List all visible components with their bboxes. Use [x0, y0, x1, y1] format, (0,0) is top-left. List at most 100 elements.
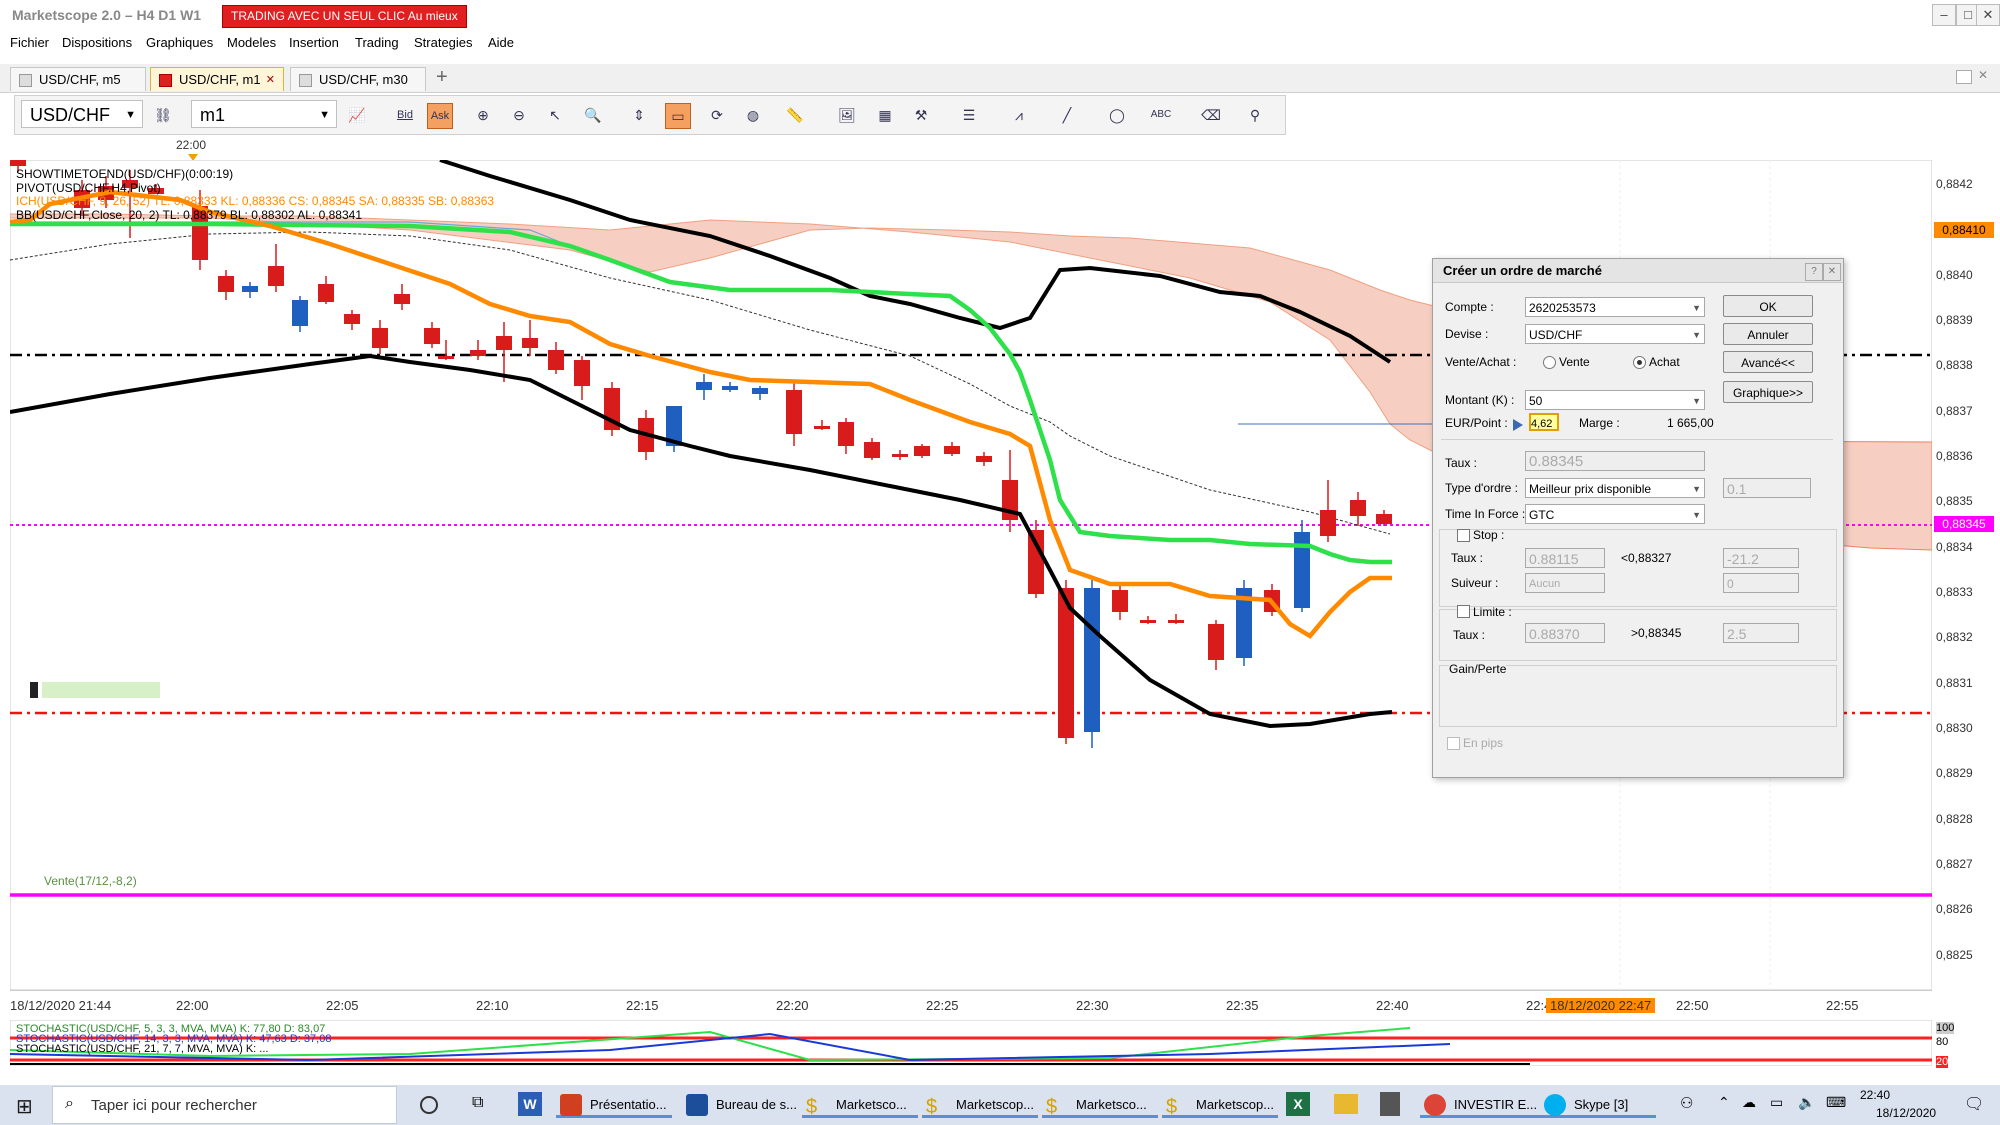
menu-trading[interactable]: Trading: [355, 35, 399, 50]
stochastic-label[interactable]: STOCHASTIC(USD/CHF, 21, 7, 7, MVA, MVA) …: [16, 1044, 331, 1055]
in-pips-label: En pips: [1463, 736, 1504, 750]
eraser-icon[interactable]: ⌫: [1199, 103, 1223, 127]
taskbar-app-marketscope-1[interactable]: $ Marketsco...: [802, 1092, 918, 1118]
onedrive-icon[interactable]: ☁: [1742, 1094, 1756, 1111]
close-tab-icon[interactable]: ✕: [266, 68, 275, 92]
cursor-icon[interactable]: ↖: [543, 103, 567, 127]
taskbar-app-marketscope-2[interactable]: $ Marketscop...: [922, 1092, 1038, 1118]
menu-fichier[interactable]: Fichier: [10, 35, 49, 50]
tab-usdchf-m5[interactable]: USD/CHF, m5: [10, 67, 146, 91]
image-icon[interactable]: 🖼: [835, 103, 859, 127]
notifications-icon[interactable]: 🗨: [1964, 1094, 1984, 1114]
separator: [1441, 439, 1833, 440]
time-label: 22:05: [326, 998, 359, 1013]
advanced-button[interactable]: Avancé<<: [1723, 351, 1813, 373]
magnifier-icon[interactable]: 🔍: [581, 103, 605, 127]
order-icon[interactable]: ▭: [665, 103, 691, 129]
globe-icon[interactable]: ◍: [741, 103, 765, 127]
tools-icon[interactable]: ⚒: [909, 103, 933, 127]
order-type-select[interactable]: Meilleur prix disponible ▼: [1525, 478, 1705, 498]
achat-label[interactable]: Achat: [1649, 355, 1680, 369]
people-icon[interactable]: ⚇: [1680, 1094, 1693, 1112]
language-icon[interactable]: ⌨: [1826, 1094, 1846, 1111]
clock-date[interactable]: 18/12/2020: [1876, 1106, 1936, 1120]
add-tab-button[interactable]: +: [436, 66, 448, 89]
candle-body: [786, 390, 802, 434]
one-click-trading-banner[interactable]: TRADING AVEC UN SEUL CLIC Au mieux: [222, 5, 467, 28]
taskbar-app-chrome[interactable]: INVESTIR E...: [1420, 1092, 1544, 1118]
windows-start-icon[interactable]: ⊞: [16, 1094, 33, 1119]
taskbar-app-marketscope-3[interactable]: $ Marketsco...: [1042, 1092, 1158, 1118]
menu-graphiques[interactable]: Graphiques: [146, 35, 213, 50]
tray-chevron-icon[interactable]: ⌃: [1718, 1094, 1730, 1111]
stop-checkbox[interactable]: [1457, 529, 1470, 542]
ok-button[interactable]: OK: [1723, 295, 1813, 317]
menu-dispositions[interactable]: Dispositions: [62, 35, 132, 50]
minimize-button[interactable]: –: [1932, 4, 1956, 26]
restore-chart-icon[interactable]: [1956, 70, 1972, 84]
indicator-pivot[interactable]: PIVOT(USD/CHF.H4,Pivot): [16, 181, 494, 196]
calculator-icon[interactable]: [1380, 1092, 1400, 1116]
word-icon[interactable]: W: [518, 1092, 542, 1116]
ellipse-icon[interactable]: ◯: [1105, 103, 1129, 127]
menu-modeles[interactable]: Modeles: [227, 35, 276, 50]
cancel-button[interactable]: Annuler: [1723, 323, 1813, 345]
link-icon[interactable]: ⛓: [151, 103, 175, 127]
fan-icon[interactable]: ⩘: [1007, 103, 1031, 127]
text-tool-icon[interactable]: ABC: [1149, 103, 1173, 127]
menu-strategies[interactable]: Strategies: [414, 35, 473, 50]
cortana-icon[interactable]: [420, 1096, 438, 1114]
achat-radio[interactable]: [1633, 356, 1646, 369]
tab-usdchf-m1[interactable]: USD/CHF, m1 ✕: [150, 67, 284, 91]
zoom-in-icon[interactable]: ⊕: [471, 103, 495, 127]
template-icon[interactable]: ▦: [873, 103, 897, 127]
timeframe-select[interactable]: m1 ▼: [191, 100, 337, 128]
trendline-icon[interactable]: ╱: [1055, 103, 1079, 127]
lines-icon[interactable]: ☰: [957, 103, 981, 127]
currency-select[interactable]: USD/CHF ▼: [1525, 324, 1705, 344]
amount-input[interactable]: 50 ▼: [1525, 390, 1705, 410]
candle-body: [268, 266, 284, 286]
ask-button[interactable]: Ask: [427, 103, 453, 129]
objects-icon[interactable]: ⚲: [1243, 103, 1267, 127]
symbol-select[interactable]: USD/CHF ▼: [21, 100, 143, 128]
fit-icon[interactable]: ⇕: [627, 103, 651, 127]
taskbar-app-bureau[interactable]: Bureau de s...: [682, 1092, 798, 1118]
time-label: 18/12/2020 21:44: [10, 998, 112, 1013]
tab-usdchf-m30[interactable]: USD/CHF, m30: [290, 67, 426, 91]
vente-radio[interactable]: [1543, 356, 1556, 369]
indicator-ichimoku[interactable]: ICH(USD/CHF, 9, 26, 52) TL: 0,88333 KL: …: [16, 194, 494, 209]
dialog-close-button[interactable]: ✕: [1823, 263, 1841, 281]
zoom-out-icon[interactable]: ⊖: [507, 103, 531, 127]
indicator-bollinger[interactable]: BB(USD/CHF,Close, 20, 2) TL: 0,88379 BL:…: [16, 208, 494, 223]
indicator-timetoend[interactable]: SHOWTIMETOEND(USD/CHF)(0:00:19): [16, 167, 494, 182]
help-button[interactable]: ?: [1805, 263, 1823, 281]
close-chart-icon[interactable]: ✕: [1978, 68, 1988, 82]
file-explorer-icon[interactable]: [1334, 1094, 1358, 1114]
task-view-icon[interactable]: ⧉: [472, 1094, 483, 1112]
taskbar-app-marketscope-4[interactable]: $ Marketscop...: [1162, 1092, 1278, 1118]
limit-checkbox[interactable]: [1457, 605, 1470, 618]
volume-icon[interactable]: 🔈: [1798, 1094, 1815, 1111]
taskbar-search-input[interactable]: ⌕ Taper ici pour rechercher: [52, 1086, 397, 1124]
excel-icon[interactable]: X: [1286, 1092, 1310, 1116]
sync-icon[interactable]: ⟳: [705, 103, 729, 127]
account-select[interactable]: 2620253573 ▼: [1525, 297, 1705, 317]
close-button[interactable]: ✕: [1976, 4, 2000, 26]
ruler-icon[interactable]: 📏: [783, 103, 807, 127]
candle-body: [548, 350, 564, 370]
clock-time[interactable]: 22:40: [1860, 1088, 1890, 1102]
price-label: 0,8825: [1936, 948, 1973, 962]
taskbar-app-powerpoint[interactable]: Présentatio...: [556, 1092, 672, 1118]
bid-button[interactable]: Bid: [393, 103, 417, 127]
network-icon[interactable]: ▭: [1770, 1094, 1783, 1111]
menu-insertion[interactable]: Insertion: [289, 35, 339, 50]
menu-aide[interactable]: Aide: [488, 35, 514, 50]
position-label[interactable]: Vente(17/12,-8,2): [44, 874, 137, 888]
time-in-force-select[interactable]: GTC ▼: [1525, 504, 1705, 524]
vente-label[interactable]: Vente: [1559, 355, 1590, 369]
in-pips-checkbox[interactable]: [1447, 737, 1460, 750]
taskbar-app-skype[interactable]: Skype [3]: [1540, 1092, 1656, 1118]
chart-toggle-button[interactable]: Graphique>>: [1723, 381, 1813, 403]
chart-type-icon[interactable]: 📈: [345, 103, 369, 127]
